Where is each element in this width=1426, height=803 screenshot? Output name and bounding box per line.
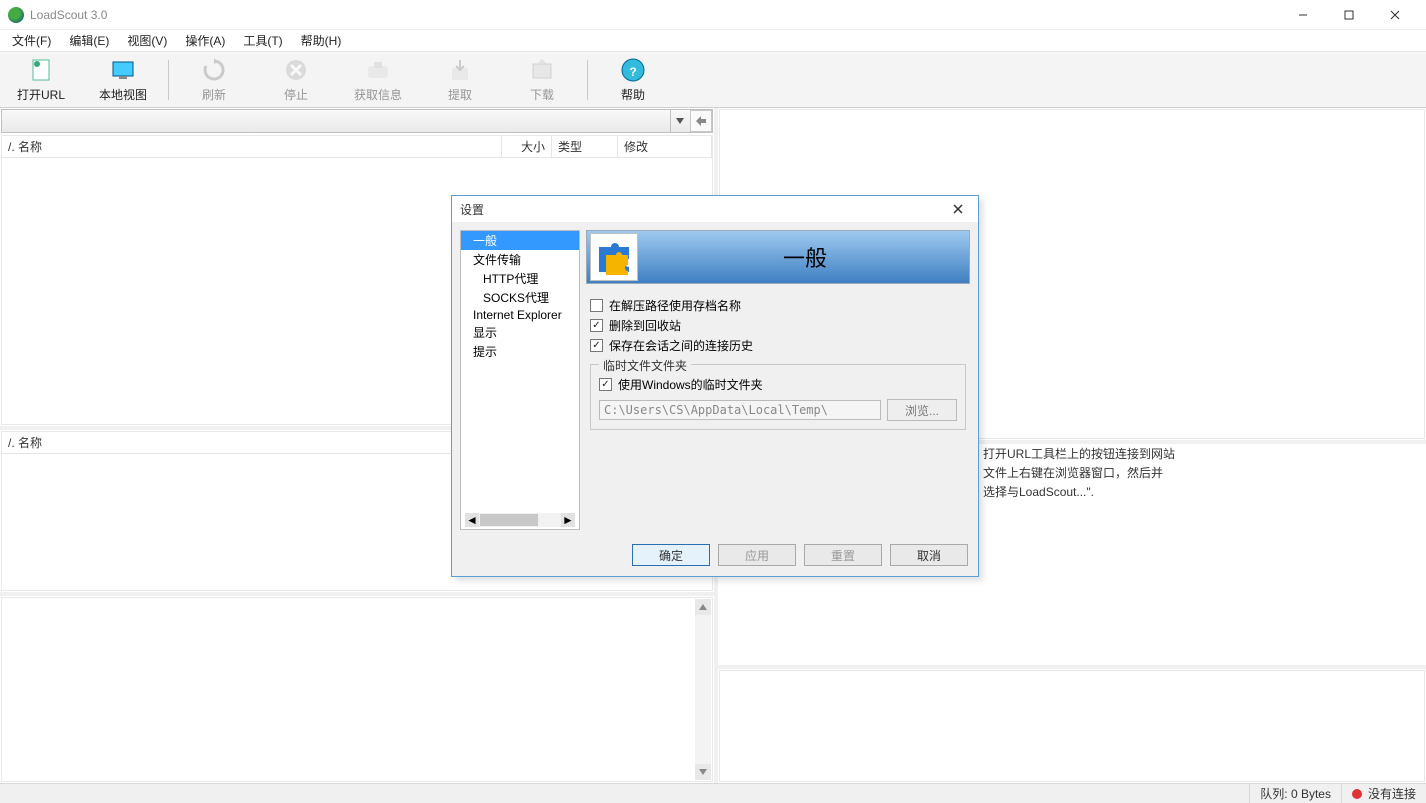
info-icon xyxy=(364,56,392,84)
h-splitter-2[interactable] xyxy=(0,592,714,596)
menu-edit[interactable]: 编辑(E) xyxy=(61,30,117,51)
col-name[interactable]: /. 名称 xyxy=(2,136,502,157)
dialog-title: 设置 xyxy=(460,201,484,218)
col-modified[interactable]: 修改 xyxy=(618,136,712,157)
opt-archive-name[interactable]: 在解压路径使用存档名称 xyxy=(590,297,966,314)
go-button[interactable] xyxy=(690,110,712,132)
svg-text:?: ? xyxy=(629,65,636,79)
separator xyxy=(168,60,169,100)
scroll-thumb[interactable] xyxy=(480,514,538,526)
help-button[interactable]: ? 帮助 xyxy=(592,52,674,107)
url-input[interactable] xyxy=(2,112,670,130)
status-dot-icon xyxy=(1352,789,1362,799)
opt-save-history[interactable]: ✓保存在会话之间的连接历史 xyxy=(590,337,966,354)
status-connection: 没有连接 xyxy=(1341,784,1426,803)
extract-icon xyxy=(446,56,474,84)
puzzle-icon xyxy=(590,233,638,281)
refresh-button[interactable]: 刷新 xyxy=(173,52,255,107)
scrollbar[interactable] xyxy=(695,599,711,780)
url-dropdown[interactable] xyxy=(670,110,688,132)
help-line: 选择与LoadScout...". xyxy=(983,485,1094,499)
group-label: 临时文件文件夹 xyxy=(599,357,691,374)
cancel-button[interactable]: 取消 xyxy=(890,544,968,566)
col-type[interactable]: 类型 xyxy=(552,136,618,157)
dialog-close-button[interactable] xyxy=(946,197,970,221)
scroll-down-icon[interactable] xyxy=(695,764,711,780)
temp-path-field xyxy=(599,400,881,420)
refresh-icon xyxy=(200,56,228,84)
settings-tree[interactable]: 一般 文件传输 HTTP代理 SOCKS代理 Internet Explorer… xyxy=(460,230,580,530)
stop-button[interactable]: 停止 xyxy=(255,52,337,107)
download-icon xyxy=(528,56,556,84)
menu-file[interactable]: 文件(F) xyxy=(4,30,59,51)
tree-scrollbar[interactable]: ◄ ► xyxy=(465,513,575,527)
app-icon xyxy=(8,7,24,23)
local-view-button[interactable]: 本地视图 xyxy=(82,52,164,107)
close-button[interactable] xyxy=(1372,0,1418,30)
get-info-button[interactable]: 获取信息 xyxy=(337,52,419,107)
tree-node-general[interactable]: 一般 xyxy=(461,231,579,250)
ok-button[interactable]: 确定 xyxy=(632,544,710,566)
browse-button: 浏览... xyxy=(887,399,957,421)
menu-help[interactable]: 帮助(H) xyxy=(293,30,350,51)
help-line: 文件上右键在浏览器窗口，然后并 xyxy=(983,466,1163,480)
settings-banner: 一般 xyxy=(586,230,970,284)
menu-tools[interactable]: 工具(T) xyxy=(235,30,290,51)
dialog-titlebar[interactable]: 设置 xyxy=(452,196,978,222)
extract-button[interactable]: 提取 xyxy=(419,52,501,107)
right-bottom-pane[interactable] xyxy=(719,670,1425,782)
tree-node-socks-proxy[interactable]: SOCKS代理 xyxy=(461,288,579,307)
scroll-up-icon[interactable] xyxy=(695,599,711,615)
monitor-icon xyxy=(109,56,137,84)
menu-action[interactable]: 操作(A) xyxy=(177,30,233,51)
separator xyxy=(587,60,588,100)
settings-dialog: 设置 一般 文件传输 HTTP代理 SOCKS代理 Internet Explo… xyxy=(451,195,979,577)
opt-recycle-bin[interactable]: ✓删除到回收站 xyxy=(590,317,966,334)
tree-node-http-proxy[interactable]: HTTP代理 xyxy=(461,269,579,288)
scroll-left-icon[interactable]: ◄ xyxy=(465,513,479,527)
window-title: LoadScout 3.0 xyxy=(30,8,107,22)
col-size[interactable]: 大小 xyxy=(502,136,552,157)
stop-icon xyxy=(282,56,310,84)
help-line: 打开URL工具栏上的按钮连接到网站 xyxy=(983,447,1175,461)
tree-node-hint[interactable]: 提示 xyxy=(461,342,579,361)
maximize-button[interactable] xyxy=(1326,0,1372,30)
opt-use-win-temp[interactable]: ✓使用Windows的临时文件夹 xyxy=(599,376,957,393)
statusbar: 队列: 0 Bytes 没有连接 xyxy=(0,783,1426,803)
titlebar: LoadScout 3.0 xyxy=(0,0,1426,30)
list-header: /. 名称 大小 类型 修改 xyxy=(2,136,712,158)
status-queue: 队列: 0 Bytes xyxy=(1249,784,1341,803)
document-icon xyxy=(27,56,55,84)
menu-view[interactable]: 视图(V) xyxy=(119,30,175,51)
url-bar xyxy=(1,109,713,133)
toolbar: 打开URL 本地视图 刷新 停止 获取信息 提取 下载 ? 帮助 xyxy=(0,52,1426,108)
bottom-pane[interactable] xyxy=(1,597,713,782)
tree-node-display[interactable]: 显示 xyxy=(461,323,579,342)
reset-button[interactable]: 重置 xyxy=(804,544,882,566)
temp-folder-group: 临时文件文件夹 ✓使用Windows的临时文件夹 浏览... xyxy=(590,364,966,430)
minimize-button[interactable] xyxy=(1280,0,1326,30)
banner-title: 一般 xyxy=(641,241,969,273)
tree-node-ie[interactable]: Internet Explorer xyxy=(461,307,579,323)
open-url-button[interactable]: 打开URL xyxy=(0,52,82,107)
apply-button[interactable]: 应用 xyxy=(718,544,796,566)
download-button[interactable]: 下载 xyxy=(501,52,583,107)
help-icon: ? xyxy=(619,56,647,84)
h-splitter-r2[interactable] xyxy=(718,665,1426,669)
menubar: 文件(F) 编辑(E) 视图(V) 操作(A) 工具(T) 帮助(H) xyxy=(0,30,1426,52)
scroll-right-icon[interactable]: ► xyxy=(561,513,575,527)
tree-node-file-transfer[interactable]: 文件传输 xyxy=(461,250,579,269)
